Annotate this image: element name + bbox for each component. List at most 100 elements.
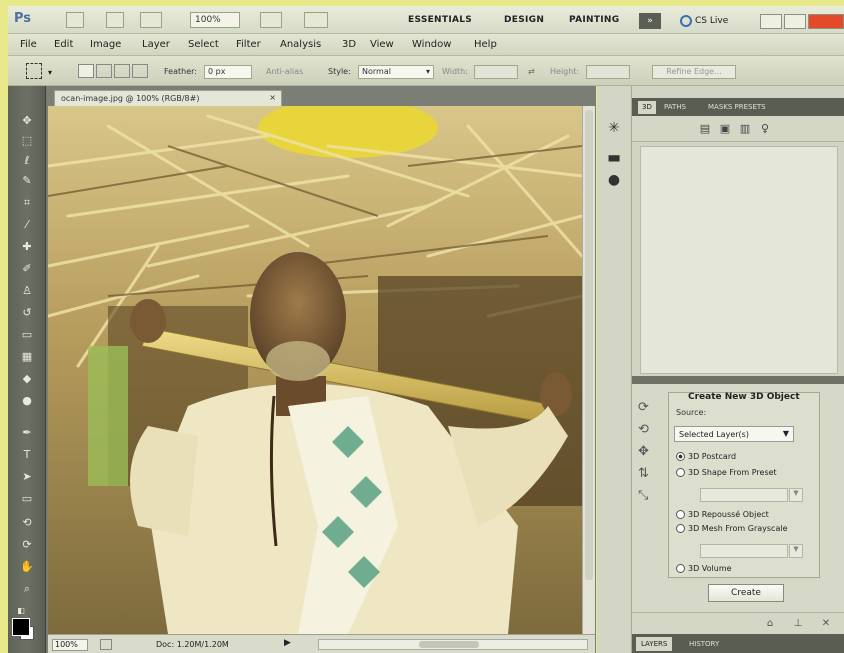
menu-window[interactable]: Window [412, 39, 451, 50]
more-workspaces-button[interactable]: » [639, 13, 661, 29]
menu-file[interactable]: File [20, 39, 37, 50]
tab-paths[interactable]: PATHS [660, 101, 690, 114]
new-selection-icon[interactable] [78, 64, 94, 78]
radio-3d-volume[interactable] [676, 564, 685, 573]
3d-rotate-icon[interactable]: ⟳ [638, 400, 660, 418]
intersect-selection-icon[interactable] [132, 64, 148, 78]
menu-image[interactable]: Image [90, 39, 121, 50]
tab-3d[interactable]: 3D [638, 101, 656, 114]
history-brush-tool-icon[interactable]: ↺ [18, 306, 36, 320]
workspace-essentials[interactable]: ESSENTIALS [408, 15, 472, 25]
subtract-from-selection-icon[interactable] [114, 64, 130, 78]
foreground-color-swatch[interactable] [12, 618, 30, 636]
style-select[interactable]: Normal ▾ [358, 65, 434, 79]
3d-rotate-tool-icon[interactable]: ⟲ [18, 516, 36, 530]
crop-tool-icon[interactable]: ⌗ [18, 196, 36, 210]
swap-dimensions-icon[interactable]: ⇄ [528, 67, 535, 76]
width-input[interactable] [474, 65, 518, 79]
delete-icon[interactable]: ✕ [820, 618, 832, 630]
lasso-tool-icon[interactable]: ℓ [18, 154, 36, 168]
zoom-tool-icon[interactable]: ⌕ [18, 582, 36, 596]
radio-3d-mesh-from-grayscale[interactable] [676, 524, 685, 533]
menu-select[interactable]: Select [188, 39, 219, 50]
default-colors-icon[interactable]: ◧ [12, 604, 30, 618]
3d-pan-icon[interactable]: ✥ [638, 444, 660, 462]
menu-edit[interactable]: Edit [54, 39, 73, 50]
status-info-icon[interactable] [100, 639, 112, 650]
option-3d-mesh-from-grayscale[interactable]: 3D Mesh From Grayscale [676, 524, 788, 533]
status-zoom-field[interactable]: 100% [52, 639, 88, 651]
hand-tool-icon[interactable]: ✋ [18, 560, 36, 574]
brush-tool-icon[interactable]: ✐ [18, 262, 36, 276]
tab-layers[interactable]: LAYERS [636, 637, 673, 651]
type-tool-icon[interactable]: T [18, 448, 36, 462]
3d-slide-icon[interactable]: ⇅ [638, 466, 660, 484]
toggle-ground-plane-icon[interactable]: ⌂ [764, 618, 776, 630]
pen-tool-icon[interactable]: ✒ [18, 426, 36, 440]
option-3d-shape-from-preset[interactable]: 3D Shape From Preset [676, 468, 777, 477]
3d-orbit-tool-icon[interactable]: ⟳ [18, 538, 36, 552]
close-button[interactable] [808, 14, 844, 29]
3d-axis-icon[interactable]: ✳ [606, 120, 622, 136]
close-document-icon[interactable]: × [269, 93, 276, 102]
scene-filter-icon[interactable]: ▤ [698, 122, 712, 136]
info-icon[interactable]: ● [606, 172, 622, 188]
menu-analysis[interactable]: Analysis [280, 39, 321, 50]
option-3d-volume[interactable]: 3D Volume [676, 564, 732, 573]
eyedropper-tool-icon[interactable]: ⁄ [18, 218, 36, 232]
mesh-filter-icon[interactable]: ▣ [718, 122, 732, 136]
refine-edge-button[interactable]: Refine Edge... [652, 65, 736, 79]
image-canvas[interactable] [48, 106, 582, 634]
horizontal-scrollbar[interactable] [318, 639, 588, 650]
launch-bridge-icon[interactable] [66, 12, 84, 28]
path-selection-tool-icon[interactable]: ➤ [18, 470, 36, 484]
shape-tool-icon[interactable]: ▭ [18, 492, 36, 506]
maximize-button[interactable] [784, 14, 806, 29]
feather-input[interactable]: 0 px [204, 65, 252, 79]
menu-filter[interactable]: Filter [236, 39, 261, 50]
source-select[interactable]: Selected Layer(s) ▼ [674, 426, 794, 442]
radio-3d-postcard[interactable] [676, 452, 685, 461]
option-3d-repousse[interactable]: 3D Repoussé Object [676, 510, 769, 519]
gradient-tool-icon[interactable]: ▦ [18, 350, 36, 364]
menu-3d[interactable]: 3D [342, 39, 356, 50]
arrange-documents-icon[interactable] [260, 12, 282, 28]
vertical-scroll-thumb[interactable] [585, 110, 593, 580]
screen-mode-icon[interactable] [304, 12, 328, 28]
tab-history[interactable]: HISTORY [684, 637, 724, 651]
height-input[interactable] [586, 65, 630, 79]
menu-layer[interactable]: Layer [142, 39, 170, 50]
3d-roll-icon[interactable]: ⟲ [638, 422, 660, 440]
workspace-painting[interactable]: PAINTING [569, 15, 619, 25]
3d-scale-icon[interactable]: ⤡ [638, 488, 660, 506]
material-filter-icon[interactable]: ▥ [738, 122, 752, 136]
blur-tool-icon[interactable]: ◆ [18, 372, 36, 386]
launch-minibridge-icon[interactable] [106, 12, 124, 28]
view-extras-icon[interactable] [140, 12, 162, 28]
tool-preset-caret-icon[interactable]: ▾ [48, 68, 52, 77]
rectangular-marquee-icon[interactable] [26, 63, 42, 79]
move-tool-icon[interactable]: ✥ [18, 114, 36, 128]
vertical-scrollbar[interactable] [582, 106, 595, 634]
workspace-design[interactable]: DESIGN [504, 15, 544, 25]
tab-masks[interactable]: MASKS PRESETS [704, 101, 770, 114]
minimize-button[interactable] [760, 14, 782, 29]
document-tab[interactable]: ocan-image.jpg @ 100% (RGB/8#) × [54, 90, 282, 106]
dodge-tool-icon[interactable]: ● [18, 394, 36, 408]
create-button[interactable]: Create [708, 584, 784, 602]
quick-selection-tool-icon[interactable]: ✎ [18, 174, 36, 188]
option-3d-postcard[interactable]: 3D Postcard [676, 452, 736, 461]
marquee-tool-icon[interactable]: ⬚ [18, 134, 36, 148]
new-light-icon[interactable]: ⊥ [792, 618, 804, 630]
light-filter-icon[interactable]: ♀ [758, 122, 772, 136]
horizontal-scroll-thumb[interactable] [419, 641, 479, 648]
radio-3d-shape-from-preset[interactable] [676, 468, 685, 477]
clone-stamp-tool-icon[interactable]: ♙ [18, 284, 36, 298]
antialias-checkbox[interactable]: Anti-alias [266, 67, 303, 76]
menu-help[interactable]: Help [474, 39, 497, 50]
radio-3d-repousse[interactable] [676, 510, 685, 519]
eraser-tool-icon[interactable]: ▭ [18, 328, 36, 342]
zoom-level-select[interactable]: 100% [190, 12, 240, 28]
add-to-selection-icon[interactable] [96, 64, 112, 78]
status-menu-arrow-icon[interactable]: ▶ [284, 638, 291, 648]
